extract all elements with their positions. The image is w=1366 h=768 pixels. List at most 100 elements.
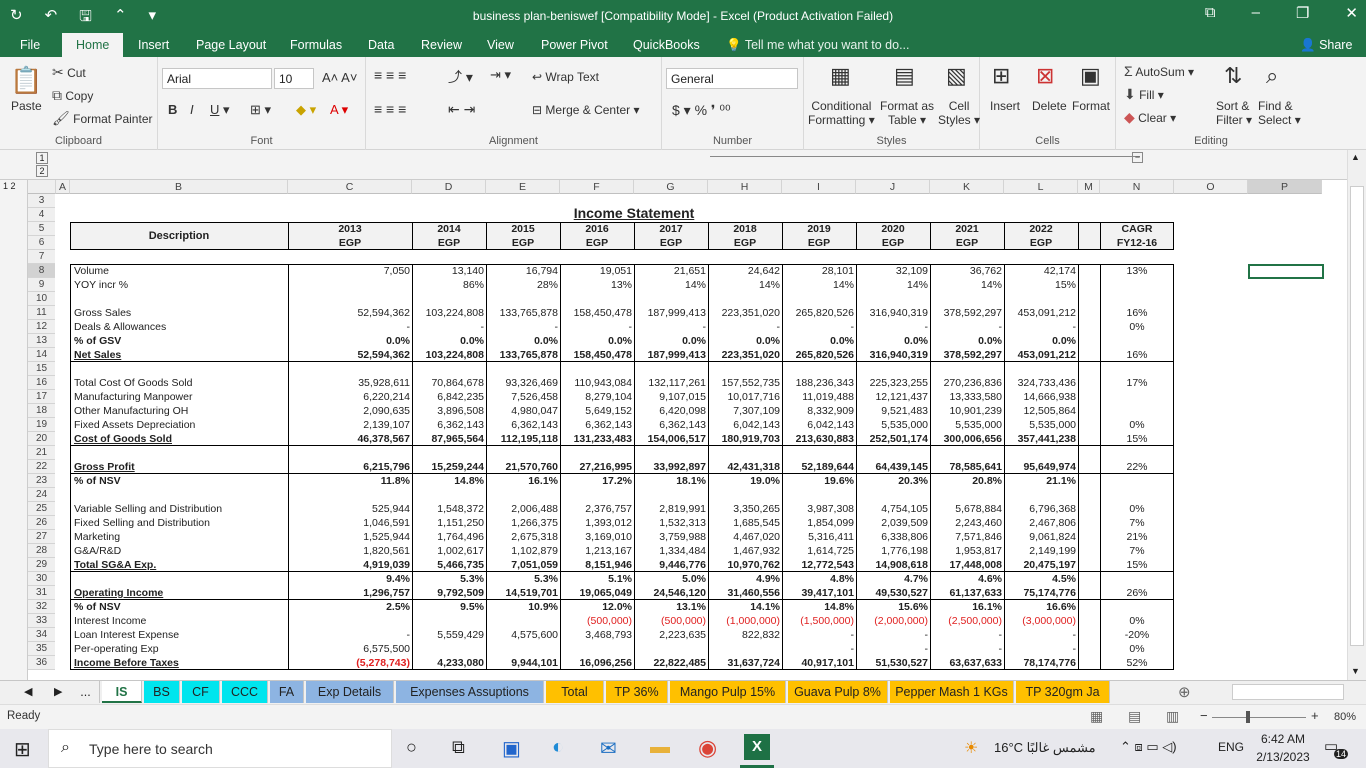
- row-header-24[interactable]: 24: [28, 488, 55, 502]
- value-cell[interactable]: 2,090,635: [288, 404, 412, 418]
- value-cell[interactable]: 63,637,633: [930, 656, 1004, 670]
- number-format-box[interactable]: General: [666, 68, 798, 89]
- value-cell[interactable]: 64,439,145: [856, 460, 930, 474]
- value-cell[interactable]: 14%: [856, 278, 930, 292]
- value-cell[interactable]: 158,450,478: [560, 348, 634, 362]
- value-cell[interactable]: 14,908,618: [856, 558, 930, 572]
- row-header-19[interactable]: 19: [28, 418, 55, 432]
- tab-file[interactable]: File: [20, 38, 40, 52]
- fill-color-icon[interactable]: ◆ ▾: [296, 102, 316, 118]
- value-cell[interactable]: 16.1%: [930, 600, 1004, 614]
- row-header-18[interactable]: 18: [28, 404, 55, 418]
- paste-icon[interactable]: 📋: [10, 65, 42, 96]
- indent-icon[interactable]: ⇥ ▾: [490, 67, 511, 83]
- copy-button[interactable]: ⧉ Copy: [52, 87, 93, 104]
- borders-icon[interactable]: ⊞ ▾: [250, 102, 271, 118]
- sheet-tab[interactable]: Guava Pulp 8%: [788, 681, 888, 703]
- value-cell[interactable]: 2,819,991: [634, 502, 708, 516]
- value-cell[interactable]: 18.1%: [634, 474, 708, 488]
- value-cell[interactable]: 5,649,152: [560, 404, 634, 418]
- value-cell[interactable]: (2,000,000): [856, 614, 930, 628]
- cagr-cell[interactable]: 7%: [1100, 544, 1174, 558]
- value-cell[interactable]: 378,592,297: [930, 348, 1004, 362]
- collapse-group-button[interactable]: −: [1132, 152, 1143, 163]
- tab-power-pivot[interactable]: Power Pivot: [541, 38, 608, 52]
- sheet-tab[interactable]: ...: [72, 681, 100, 703]
- row-header-16[interactable]: 16: [28, 376, 55, 390]
- value-cell[interactable]: 9,061,824: [1004, 530, 1078, 544]
- value-cell[interactable]: 2,467,806: [1004, 516, 1078, 530]
- close-button[interactable]: ✕: [1345, 4, 1358, 22]
- row-header-25[interactable]: 25: [28, 502, 55, 516]
- value-cell[interactable]: 316,940,319: [856, 306, 930, 320]
- value-cell[interactable]: 357,441,238: [1004, 432, 1078, 446]
- column-header-D[interactable]: D: [412, 180, 486, 194]
- share-button[interactable]: 👤 Share: [1300, 38, 1352, 53]
- value-cell[interactable]: (500,000): [560, 614, 634, 628]
- value-cell[interactable]: 14,666,938: [1004, 390, 1078, 404]
- value-cell[interactable]: 378,592,297: [930, 306, 1004, 320]
- value-cell[interactable]: 31,637,724: [708, 656, 782, 670]
- value-cell[interactable]: 0.0%: [486, 334, 560, 348]
- value-cell[interactable]: 1,685,545: [708, 516, 782, 530]
- value-cell[interactable]: 225,323,255: [856, 376, 930, 390]
- value-cell[interactable]: 87,965,564: [412, 432, 486, 446]
- sheet-tab[interactable]: CCC: [222, 681, 268, 703]
- file-explorer-icon[interactable]: ▬: [650, 736, 670, 759]
- tray-icons[interactable]: ⌃ ⧈ ▭ ◁): [1120, 739, 1177, 755]
- value-cell[interactable]: -: [930, 628, 1004, 642]
- row-header-28[interactable]: 28: [28, 544, 55, 558]
- input-language[interactable]: ENG: [1218, 740, 1244, 754]
- column-header-H[interactable]: H: [708, 180, 782, 194]
- task-view-icon[interactable]: ⧉: [452, 737, 465, 758]
- value-cell[interactable]: 9.4%: [288, 572, 412, 586]
- value-cell[interactable]: 9,792,509: [412, 586, 486, 600]
- value-cell[interactable]: 3,759,988: [634, 530, 708, 544]
- outline-level-1[interactable]: 1: [36, 152, 48, 164]
- format-cells-button[interactable]: Format: [1072, 99, 1110, 113]
- row-header-27[interactable]: 27: [28, 530, 55, 544]
- value-cell[interactable]: 75,174,776: [1004, 586, 1078, 600]
- column-header-B[interactable]: B: [70, 180, 288, 194]
- value-cell[interactable]: 13,333,580: [930, 390, 1004, 404]
- value-cell[interactable]: (2,500,000): [930, 614, 1004, 628]
- value-cell[interactable]: 12,121,437: [856, 390, 930, 404]
- paste-button[interactable]: Paste: [11, 99, 42, 113]
- value-cell[interactable]: -: [1004, 642, 1078, 656]
- value-cell[interactable]: 5,678,884: [930, 502, 1004, 516]
- value-cell[interactable]: -: [782, 320, 856, 334]
- value-cell[interactable]: 9,107,015: [634, 390, 708, 404]
- column-header-G[interactable]: G: [634, 180, 708, 194]
- value-cell[interactable]: -: [486, 320, 560, 334]
- cagr-cell[interactable]: 0%: [1100, 642, 1174, 656]
- tab-formulas[interactable]: Formulas: [290, 38, 342, 52]
- value-cell[interactable]: 46,378,567: [288, 432, 412, 446]
- value-cell[interactable]: -: [930, 320, 1004, 334]
- value-cell[interactable]: 6,220,214: [288, 390, 412, 404]
- value-cell[interactable]: 1,151,250: [412, 516, 486, 530]
- excel-taskbar-icon[interactable]: X: [744, 734, 770, 760]
- tab-page-layout[interactable]: Page Layout: [196, 38, 266, 52]
- cagr-cell[interactable]: -20%: [1100, 628, 1174, 642]
- value-cell[interactable]: 187,999,413: [634, 306, 708, 320]
- minimize-button[interactable]: –: [1252, 4, 1260, 22]
- top-align-icon[interactable]: ≡ ≡ ≡: [374, 67, 406, 83]
- value-cell[interactable]: 52,594,362: [288, 348, 412, 362]
- value-cell[interactable]: 1,953,817: [930, 544, 1004, 558]
- row-header-21[interactable]: 21: [28, 446, 55, 460]
- insert-cells-icon[interactable]: ⊞: [992, 63, 1010, 89]
- value-cell[interactable]: 4,919,039: [288, 558, 412, 572]
- value-cell[interactable]: 20.8%: [930, 474, 1004, 488]
- value-cell[interactable]: 19,051: [560, 264, 634, 278]
- selected-cell-outline[interactable]: [1248, 264, 1324, 279]
- value-cell[interactable]: 132,117,261: [634, 376, 708, 390]
- cagr-cell[interactable]: 15%: [1100, 558, 1174, 572]
- value-cell[interactable]: 4,575,600: [486, 628, 560, 642]
- value-cell[interactable]: 0.0%: [634, 334, 708, 348]
- format-table-icon[interactable]: ▤: [894, 63, 915, 89]
- value-cell[interactable]: 51,530,527: [856, 656, 930, 670]
- value-cell[interactable]: 5,466,735: [412, 558, 486, 572]
- row-header-7[interactable]: 7: [28, 250, 55, 264]
- value-cell[interactable]: 154,006,517: [634, 432, 708, 446]
- sheet-tab[interactable]: Pepper Mash 1 KGs: [890, 681, 1014, 703]
